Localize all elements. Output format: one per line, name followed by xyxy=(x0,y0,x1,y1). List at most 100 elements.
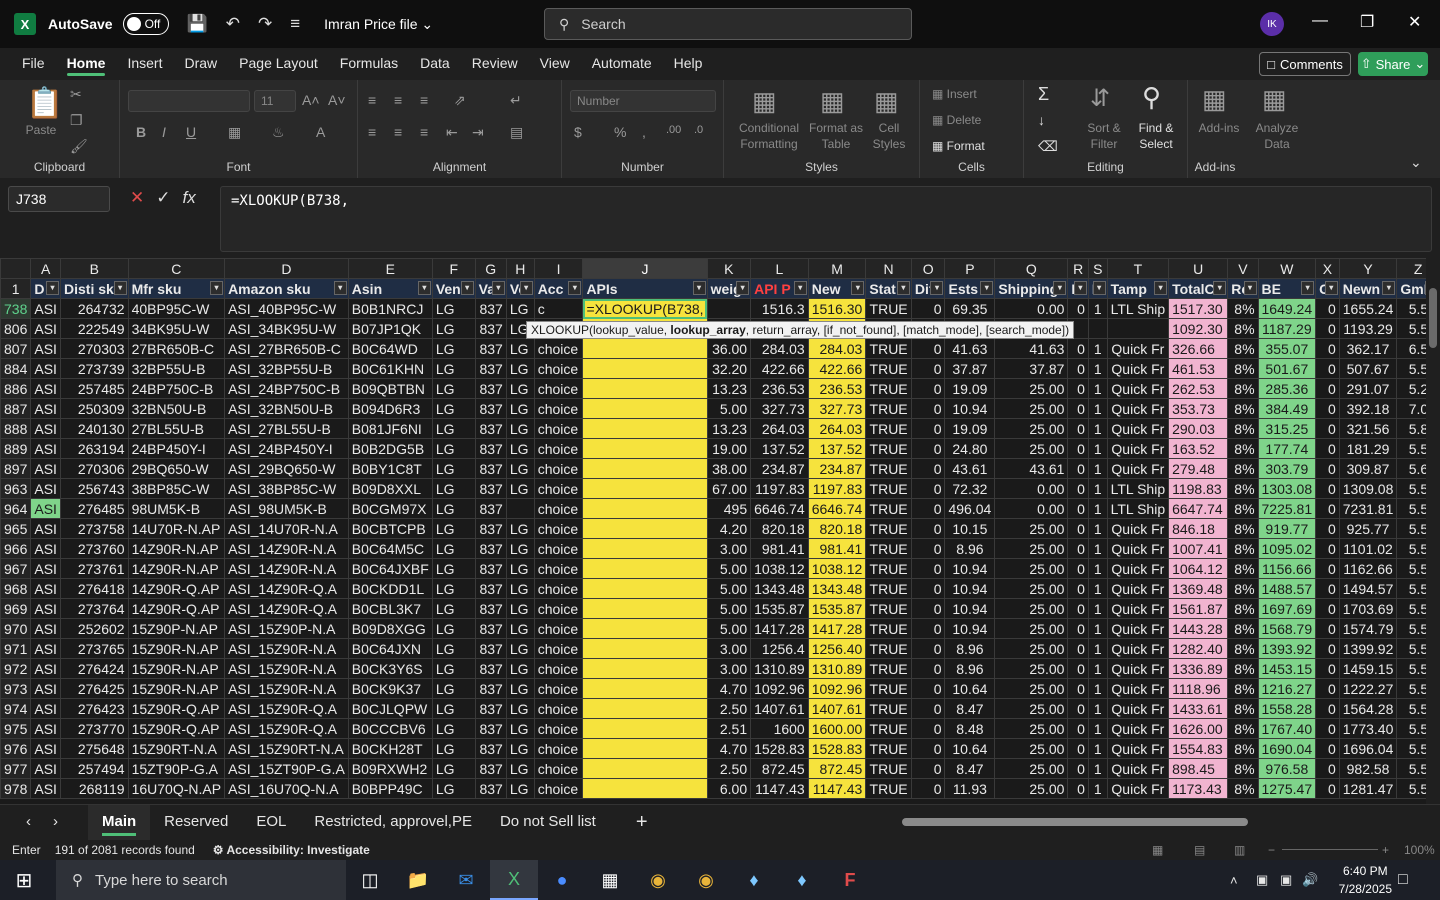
cell[interactable]: 0 xyxy=(1315,398,1340,419)
cell[interactable]: 837 xyxy=(474,618,507,639)
cell[interactable]: 0 xyxy=(910,578,946,599)
cell[interactable]: 8.48 xyxy=(944,718,996,739)
filter-dropdown-icon[interactable]: ▾ xyxy=(1324,281,1338,295)
cell[interactable]: ASI xyxy=(30,578,61,599)
cell[interactable]: ASI_16U70Q-N.A xyxy=(224,778,349,799)
column-header-p[interactable]: P xyxy=(944,258,996,279)
cell[interactable]: 1147.43 xyxy=(807,778,867,799)
cell[interactable]: B0BY1C8T xyxy=(347,458,433,479)
format-as-table-icon[interactable]: ▦ xyxy=(820,86,845,117)
cell[interactable]: 0 xyxy=(1067,738,1089,759)
app-icon[interactable]: ♦ xyxy=(730,860,778,900)
cell[interactable]: ASI xyxy=(30,618,61,639)
cell[interactable]: LG xyxy=(505,778,535,799)
cell[interactable]: 1535.87 xyxy=(807,598,867,619)
cell[interactable]: 0 xyxy=(1067,598,1089,619)
cancel-icon[interactable]: ✕ xyxy=(130,188,144,208)
vertical-scrollbar[interactable] xyxy=(1426,258,1440,804)
cell[interactable]: 1517.30 xyxy=(1168,298,1229,319)
cell[interactable]: ASI xyxy=(30,778,61,799)
menu-home[interactable]: Home xyxy=(56,48,117,78)
cell[interactable]: LG xyxy=(431,298,476,319)
cell[interactable]: LG xyxy=(505,358,535,379)
comma-style-icon[interactable]: , xyxy=(642,124,646,140)
share-button[interactable]: ⇧ Share ⌄ xyxy=(1358,52,1428,76)
avatar[interactable]: IK xyxy=(1260,12,1284,36)
calculator-icon[interactable]: ▦ xyxy=(586,860,634,900)
cell[interactable]: 273739 xyxy=(60,358,129,379)
cell[interactable]: 25.00 xyxy=(994,738,1069,759)
cell[interactable]: 353.73 xyxy=(1168,398,1229,419)
filter-dropdown-icon[interactable]: ▾ xyxy=(692,281,706,295)
cell[interactable]: 10.94 xyxy=(944,598,996,619)
cell[interactable]: 1558.28 xyxy=(1257,698,1317,719)
scroll-tabs-right-icon[interactable]: › xyxy=(43,805,88,841)
cell[interactable]: 8% xyxy=(1227,498,1259,519)
formula-input[interactable]: =XLOOKUP(B738, xyxy=(220,186,1432,252)
cell[interactable]: 0 xyxy=(1315,538,1340,559)
cell[interactable]: ASI xyxy=(30,298,61,319)
cell[interactable]: 25.00 xyxy=(994,378,1069,399)
filter-dropdown-icon[interactable]: ▾ xyxy=(1154,281,1168,295)
cell[interactable]: ASI_15Z90P-N.A xyxy=(224,618,349,639)
cell[interactable]: LG xyxy=(431,498,476,519)
cell[interactable]: ASI_32BN50U-B xyxy=(224,398,349,419)
tray-chevron-icon[interactable]: ˄ xyxy=(1230,873,1238,888)
align-middle-icon[interactable]: ≡ xyxy=(394,92,402,108)
cell[interactable]: 262.53 xyxy=(1168,378,1229,399)
cell[interactable]: 236.53 xyxy=(807,378,867,399)
cell[interactable]: 837 xyxy=(474,338,507,359)
cell[interactable]: choice xyxy=(533,438,584,459)
cell[interactable]: 1 xyxy=(1087,678,1108,699)
cell[interactable]: LG xyxy=(431,518,476,539)
volume-icon[interactable]: 🔊 xyxy=(1302,872,1318,888)
fill-color-icon[interactable]: ♨ xyxy=(272,124,285,141)
cell[interactable]: B0C64M5C xyxy=(347,538,433,559)
row-header[interactable]: 978 xyxy=(0,778,32,799)
cell[interactable]: 270306 xyxy=(60,458,129,479)
cell[interactable]: 15Z90R-Q.AP xyxy=(127,698,226,719)
conditional-formatting-icon[interactable]: ▦ xyxy=(752,86,777,117)
cell[interactable]: 0 xyxy=(1067,658,1089,679)
column-title[interactable]: Shipping ▾ xyxy=(994,278,1069,299)
cell[interactable]: Quick Fr xyxy=(1106,598,1170,619)
cell[interactable]: 285.36 xyxy=(1257,378,1317,399)
cell[interactable]: 315.25 xyxy=(1257,418,1317,439)
cell[interactable]: LG xyxy=(431,558,476,579)
cell[interactable]: 3.00 xyxy=(706,638,752,659)
menu-draw[interactable]: Draw xyxy=(173,48,228,78)
cell[interactable]: Quick Fr xyxy=(1106,378,1170,399)
cell[interactable]: 837 xyxy=(474,478,507,499)
cell[interactable]: ASI xyxy=(30,438,61,459)
cell[interactable]: 236.53 xyxy=(750,378,809,399)
cell[interactable]: 872.45 xyxy=(750,758,809,779)
cell[interactable]: TRUE xyxy=(865,378,912,399)
cell[interactable]: 8% xyxy=(1227,738,1259,759)
cell[interactable]: 1393.92 xyxy=(1257,638,1317,659)
cell[interactable]: 1399.92 xyxy=(1338,638,1398,659)
cell[interactable]: 501.67 xyxy=(1257,358,1317,379)
cell[interactable]: 0 xyxy=(910,298,946,319)
tab-restricted[interactable]: Restricted, approvel,PE xyxy=(300,805,486,841)
cell[interactable]: 1 xyxy=(1087,598,1108,619)
cell[interactable]: B0CBTCPB xyxy=(347,518,433,539)
cell[interactable] xyxy=(582,518,708,539)
cell[interactable]: 0 xyxy=(1315,598,1340,619)
cell[interactable]: 8.47 xyxy=(944,758,996,779)
cell[interactable]: LG xyxy=(431,418,476,439)
cell[interactable]: 0 xyxy=(1067,638,1089,659)
cell[interactable] xyxy=(582,578,708,599)
cell[interactable]: choice xyxy=(533,498,584,519)
cell[interactable]: 837 xyxy=(474,538,507,559)
cell[interactable]: LG xyxy=(431,398,476,419)
tab-reserved[interactable]: Reserved xyxy=(150,805,242,841)
increase-indent-icon[interactable]: ⇥ xyxy=(472,124,484,141)
cell[interactable]: 0 xyxy=(1315,778,1340,799)
cell[interactable]: ASI xyxy=(30,418,61,439)
cell[interactable]: 820.18 xyxy=(807,518,867,539)
cell[interactable]: 1773.40 xyxy=(1338,718,1398,739)
row-header[interactable]: 884 xyxy=(0,358,32,379)
cell[interactable] xyxy=(582,338,708,359)
cell[interactable]: LG xyxy=(431,778,476,799)
cell[interactable]: 0 xyxy=(910,538,946,559)
